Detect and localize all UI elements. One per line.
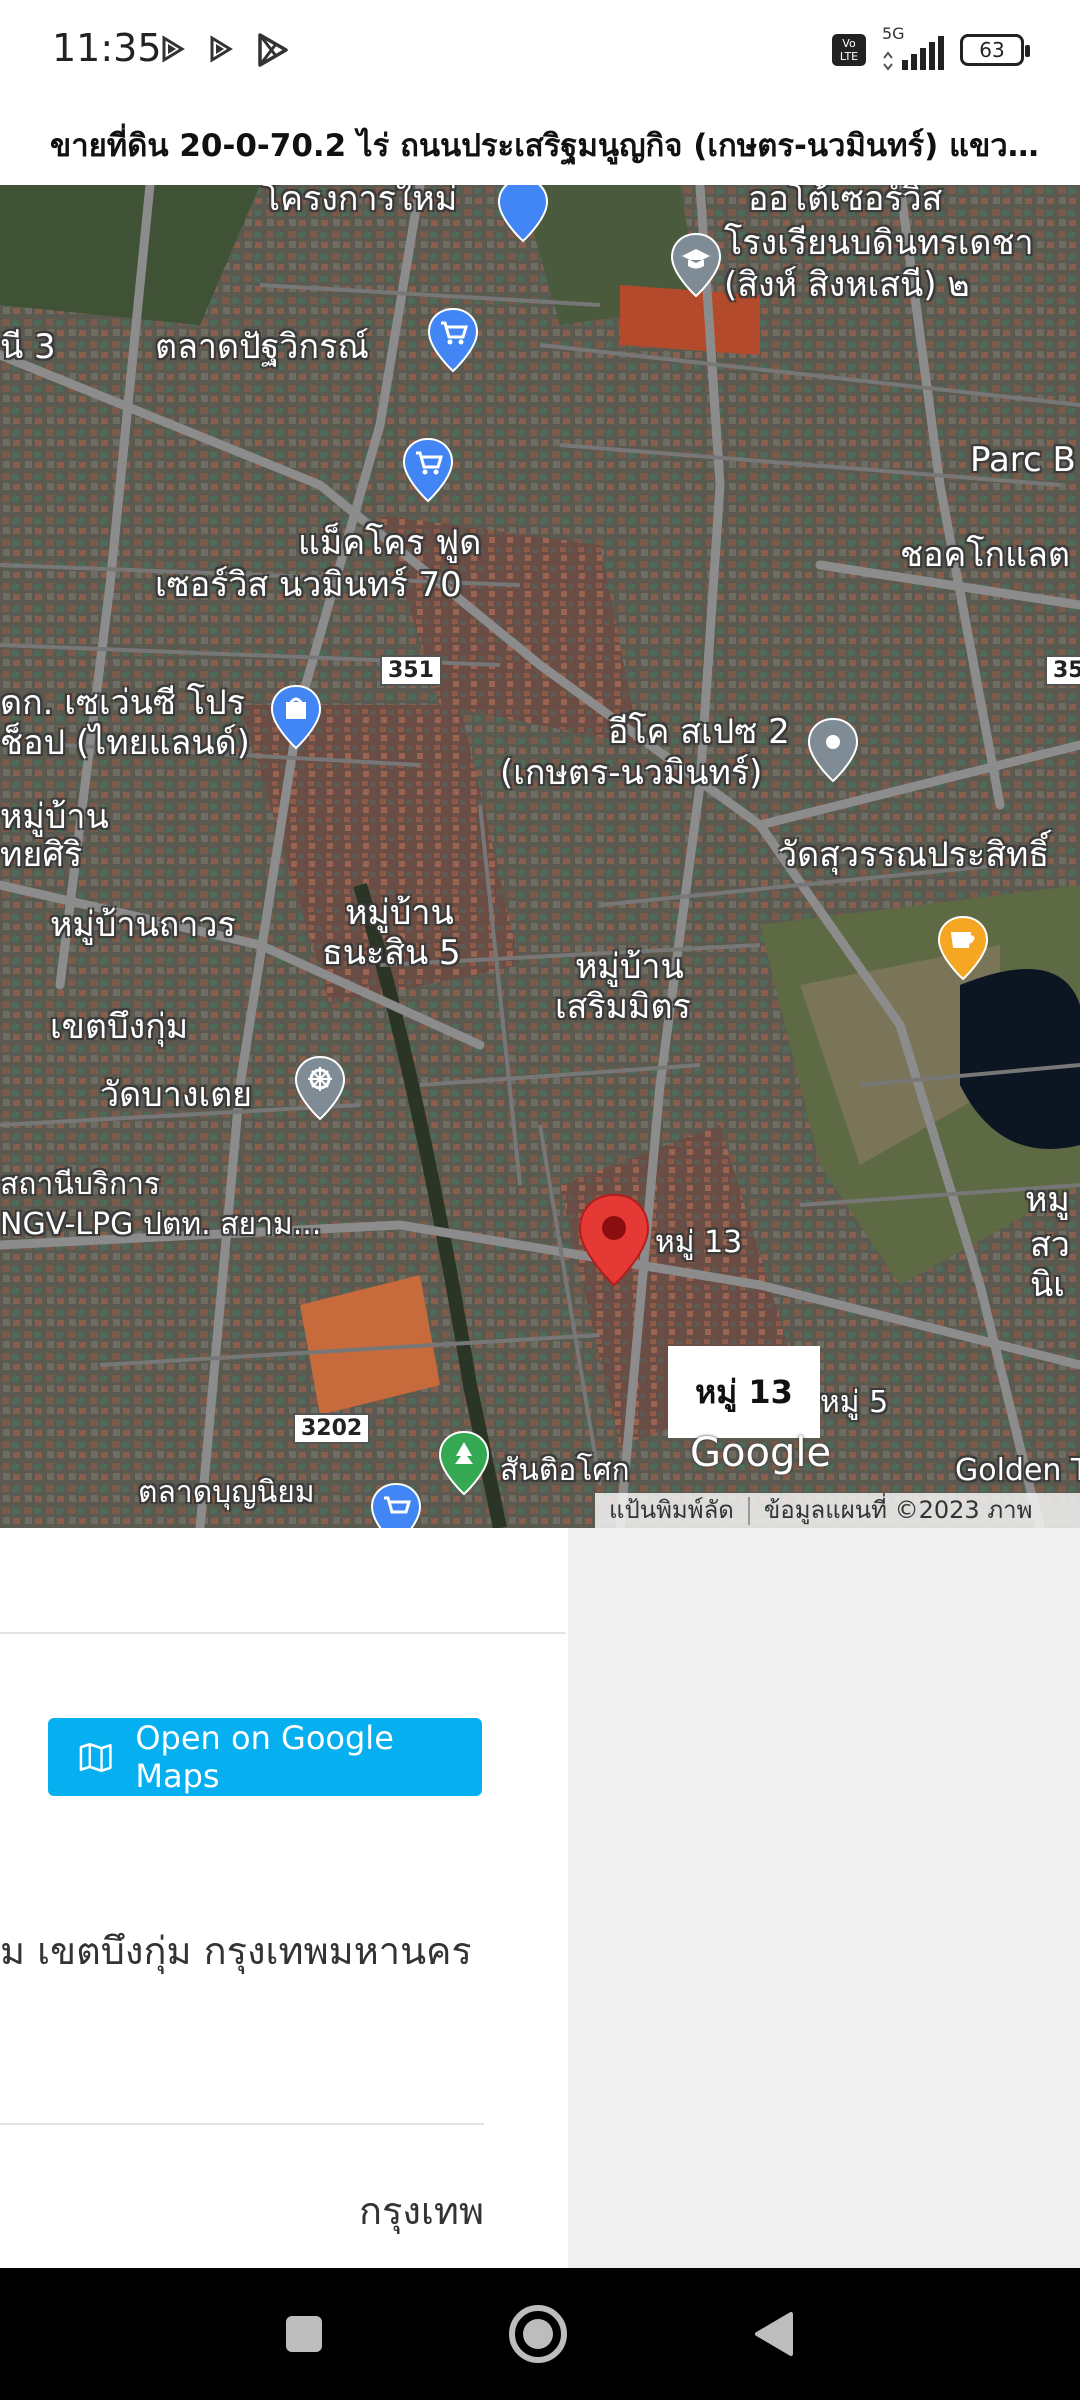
map-label: นี 3 xyxy=(0,327,56,367)
map-view[interactable]: 351 35 3202 โครงการใหม่ ออโต้เซอร์วิส โร… xyxy=(0,185,1080,1528)
side-panel xyxy=(568,1528,1080,2268)
battery-indicator: 63 xyxy=(960,34,1030,66)
map-label: เซอร์วิส นวมินทร์ 70 xyxy=(155,565,462,605)
shopping-cart-pin-icon[interactable] xyxy=(425,305,481,375)
temple-pin-icon[interactable] xyxy=(292,1053,348,1123)
cafe-pin-icon[interactable] xyxy=(935,913,991,983)
road-shield: 35 xyxy=(1045,655,1080,686)
map-label: ออโต้เซอร์วิส xyxy=(748,185,943,219)
map-label: นิเ xyxy=(1030,1265,1065,1305)
signal-icon: 5G xyxy=(880,24,946,72)
recent-apps-icon[interactable] xyxy=(268,2298,340,2370)
back-icon[interactable] xyxy=(738,2298,810,2370)
map-label: หมู่บ้าน xyxy=(0,797,109,837)
map-label: ชอคโกแลต xyxy=(900,535,1070,575)
home-icon[interactable] xyxy=(502,2298,574,2370)
shopping-bag-pin-icon[interactable] xyxy=(268,682,324,752)
map-label: วัดบางเตย xyxy=(100,1075,253,1115)
navigation-bar xyxy=(0,2268,1080,2400)
school-pin-icon[interactable] xyxy=(668,230,724,300)
play-outline-icon xyxy=(162,35,185,63)
map-label: (สิงห์ สิงหเสนี) ๒ xyxy=(724,265,970,305)
map-label: ดก. เซเว่นซี โปร xyxy=(0,683,245,723)
map-label: หมู่บ้าน xyxy=(575,947,684,987)
map-data-attribution[interactable]: ข้อมูลแผนที่ ©2023 ภาพ xyxy=(750,1493,1047,1528)
open-google-maps-button[interactable]: Open on Google Maps xyxy=(48,1718,482,1796)
map-label: หมู่ 5 xyxy=(820,1385,889,1420)
map-label: ตลาดปัฐวิกรณ์ xyxy=(155,327,369,367)
volte-badge: Vo LTE xyxy=(832,34,866,66)
place-pin-icon[interactable] xyxy=(805,715,861,785)
map-label: ทยศิริ xyxy=(0,835,83,875)
map-label: NGV-LPG ปตท. สยาม... xyxy=(0,1207,322,1242)
screen: 11:35 Vo LTE 5G 63 ขายที่ดิน 20-0-70.2 ไ… xyxy=(0,0,1080,2400)
map-label: สันติอโศก xyxy=(500,1453,630,1488)
page-title: ขายที่ดิน 20-0-70.2 ไร่ ถนนประเสริฐมนูญก… xyxy=(50,128,1040,164)
google-logo: Google xyxy=(690,1430,832,1476)
play-store-icon xyxy=(258,33,288,67)
map-label: (เกษตร-นวมินทร์) xyxy=(500,753,763,793)
map-label: หมู่บ้านถาวร xyxy=(50,905,236,945)
map-label: สว xyxy=(1030,1225,1070,1265)
divider xyxy=(0,1632,566,1634)
marker-tooltip: หมู่ 13 xyxy=(668,1346,820,1438)
address-text: ม เขตบึงกุ่ม กรุงเทพมหานคร xyxy=(0,1929,470,1973)
shopping-cart-pin-icon[interactable] xyxy=(495,185,551,245)
map-label: ธนะสิน 5 xyxy=(322,933,461,973)
status-bar: 11:35 Vo LTE 5G 63 xyxy=(0,0,1080,100)
map-label: แม็คโคร ฟูด xyxy=(298,523,482,563)
map-label: วัดสุวรรณประสิทธิ์ xyxy=(778,835,1050,875)
map-label: สถานีบริการ xyxy=(0,1167,161,1202)
map-label: หมู่บ้าน xyxy=(345,893,454,933)
road-shield: 351 xyxy=(380,655,442,686)
map-attribution: แป้นพิมพ์ลัด ข้อมูลแผนที่ ©2023 ภาพ xyxy=(595,1493,1080,1528)
status-time: 11:35 xyxy=(52,26,162,70)
title-bar: ขายที่ดิน 20-0-70.2 ไร่ ถนนประเสริฐมนูญก… xyxy=(0,100,1080,185)
map-label: เขตบึงกุ่ม xyxy=(50,1007,189,1047)
map-label: ช็อป (ไทยแลนด์) xyxy=(0,723,250,763)
province-text: กรุงเทพ xyxy=(358,2189,484,2233)
road-shield: 3202 xyxy=(293,1413,371,1444)
shopping-cart-pin-icon[interactable] xyxy=(400,435,456,505)
map-book-icon xyxy=(79,1742,112,1773)
map-label: หมู xyxy=(1025,1180,1070,1220)
listing-panel xyxy=(0,1528,568,2268)
map-label: ตลาดบุญนิยม xyxy=(138,1475,315,1510)
map-label: เสริมมิตร xyxy=(555,987,691,1027)
map-label: โรงเรียนบดินทรเดชา xyxy=(724,223,1034,263)
open-google-maps-label: Open on Google Maps xyxy=(135,1719,394,1795)
map-label: Golden To xyxy=(955,1453,1080,1488)
status-right: Vo LTE 5G 63 xyxy=(832,24,1030,72)
park-pin-icon[interactable] xyxy=(436,1428,492,1498)
map-label: Parc B xyxy=(970,440,1076,480)
shopping-cart-pin-icon[interactable] xyxy=(368,1475,424,1528)
map-label: อีโค สเปซ 2 xyxy=(608,712,790,752)
divider xyxy=(0,2123,484,2125)
keyboard-shortcuts-link[interactable]: แป้นพิมพ์ลัด xyxy=(595,1493,748,1528)
map-label: หมู่ 13 xyxy=(655,1225,743,1260)
play-outline-icon xyxy=(210,35,233,63)
map-label: โครงการใหม่ xyxy=(262,185,458,219)
